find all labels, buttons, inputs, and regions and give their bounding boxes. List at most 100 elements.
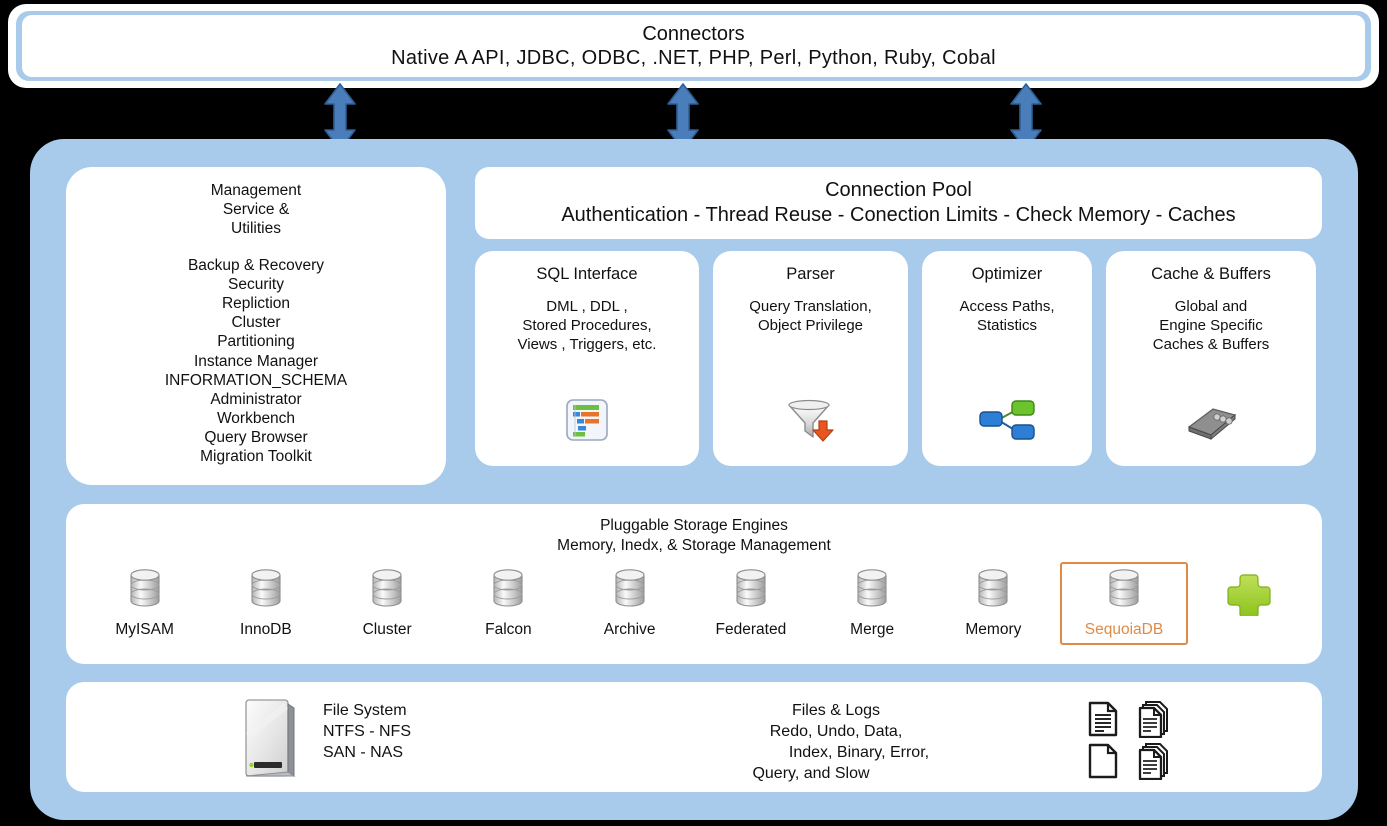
management-item: Migration Toolkit — [200, 447, 312, 465]
management-item: Partitioning — [217, 333, 295, 351]
parser-title: Parser — [786, 265, 835, 283]
storage-engine-label: Federated — [715, 621, 787, 638]
logs-line: Redo, Undo, Data, — [769, 723, 903, 741]
gantt-chart-icon — [564, 397, 610, 448]
database-cylinder-icon — [488, 566, 528, 615]
connection-pool-subtitle: Authentication - Thread Reuse - Conectio… — [561, 204, 1236, 226]
logs-line: Index, Binary, Error, — [788, 744, 930, 762]
blank-document-icon — [1086, 742, 1134, 782]
database-cylinder-icon — [1104, 566, 1144, 615]
database-cylinder-icon — [852, 566, 892, 615]
filesystem-line: SAN - NAS — [323, 744, 404, 762]
cache-buffers-title: Cache & Buffers — [1151, 265, 1271, 283]
documents-stack-icon — [1136, 700, 1184, 740]
management-header-line-1: Management — [210, 182, 302, 199]
diagram-canvas: Connectors Native A API, JDBC, ODBC, .NE… — [0, 0, 1387, 826]
storage-heading: Pluggable Storage Engines Memory, Inedx,… — [66, 516, 1322, 556]
management-services-card: Management Service & Utilities Backup & … — [66, 167, 446, 485]
storage-engine-label: Cluster — [362, 621, 412, 638]
sql-interface-title: SQL Interface — [536, 265, 638, 283]
optimizer-card: Optimizer Access Paths, Statistics — [922, 251, 1092, 466]
storage-engine-merge[interactable]: Merge — [812, 562, 933, 639]
green-plus-icon — [1226, 570, 1272, 621]
storage-engine-memory[interactable]: Memory — [933, 562, 1054, 639]
storage-engine-sequoiadb[interactable]: SequoiaDB — [1060, 562, 1188, 645]
storage-engine-innodb[interactable]: InnoDB — [205, 562, 326, 639]
cache-buffers-desc-line: Global and — [1174, 298, 1248, 315]
management-item: Administrator — [210, 390, 302, 408]
documents-stack-icon — [1136, 742, 1184, 782]
cache-buffers-card: Cache & Buffers Global and Engine Specif… — [1106, 251, 1316, 466]
optimizer-desc-line: Access Paths, — [959, 298, 1055, 315]
management-item: INFORMATION_SCHEMA — [164, 371, 348, 389]
management-header-line-3: Utilities — [231, 220, 281, 238]
filesystem-line: File System — [323, 702, 407, 719]
logs-title: Files & Logs — [791, 702, 881, 719]
mysql-server-container: Management Service & Utilities Backup & … — [30, 139, 1358, 820]
management-header-line-2: Service & — [222, 201, 290, 219]
storage-engine-myisam[interactable]: MyISAM — [84, 562, 205, 639]
logs-text: Files & Logs Redo, Undo, Data, Index, Bi… — [626, 700, 1046, 784]
connectors-panel: Connectors Native A API, JDBC, ODBC, .NE… — [22, 15, 1365, 77]
sql-interface-card: SQL Interface DML , DDL , Stored Procedu… — [475, 251, 699, 466]
storage-engine-label: Memory — [965, 621, 1022, 638]
storage-engine-label: SequoiaDB — [1084, 621, 1164, 638]
log-file-icons — [1086, 700, 1184, 782]
optimizer-desc-line: Statistics — [976, 316, 1037, 334]
management-item: Backup & Recovery — [187, 257, 325, 275]
node-graph-icon — [978, 397, 1036, 448]
storage-heading-line-2: Memory, Inedx, & Storage Management — [557, 536, 831, 554]
database-cylinder-icon — [973, 566, 1013, 615]
hard-drive-icon — [242, 696, 300, 785]
management-item: Security — [228, 276, 284, 294]
connection-pool-card: Connection Pool Authentication - Thread … — [475, 167, 1322, 239]
module-row: SQL Interface DML , DDL , Stored Procedu… — [475, 251, 1322, 466]
sql-interface-desc-line: DML , DDL , — [546, 298, 628, 315]
connectors-bar: Connectors Native A API, JDBC, ODBC, .NE… — [8, 4, 1379, 88]
management-item: Instance Manager — [193, 352, 319, 370]
upper-section: Management Service & Utilities Backup & … — [66, 167, 1322, 485]
storage-engine-archive[interactable]: Archive — [569, 562, 690, 639]
connectors-title: Connectors — [642, 22, 745, 45]
sql-interface-desc-line: Views , Triggers, etc. — [517, 335, 657, 353]
management-item: Repliction — [221, 295, 291, 313]
engine-column: Connection Pool Authentication - Thread … — [475, 167, 1322, 485]
logs-line: Query, and Slow — [752, 765, 870, 783]
connectors-list: Native A API, JDBC, ODBC, .NET, PHP, Per… — [391, 47, 996, 69]
cache-buffers-desc-line: Caches & Buffers — [1152, 335, 1270, 353]
add-storage-engine-slot[interactable] — [1194, 562, 1304, 621]
filesystem-text: File System NTFS - NFS SAN - NAS — [323, 700, 411, 763]
storage-engine-falcon[interactable]: Falcon — [448, 562, 569, 639]
optimizer-title: Optimizer — [971, 265, 1043, 283]
storage-engine-label: Merge — [850, 621, 895, 638]
database-cylinder-icon — [367, 566, 407, 615]
filesystem-logs-band: File System NTFS - NFS SAN - NAS Files &… — [66, 682, 1322, 792]
storage-engine-label: Archive — [603, 621, 656, 638]
parser-card: Parser Query Translation, Object Privile… — [713, 251, 908, 466]
storage-heading-line-1: Pluggable Storage Engines — [600, 517, 788, 534]
funnel-filter-icon — [785, 397, 837, 448]
sql-interface-desc-line: Stored Procedures, — [522, 316, 652, 334]
management-item: Query Browser — [204, 428, 308, 446]
management-item: Workbench — [216, 409, 296, 427]
database-cylinder-icon — [731, 566, 771, 615]
storage-engine-label: InnoDB — [240, 621, 292, 638]
database-cylinder-icon — [246, 566, 286, 615]
storage-engine-federated[interactable]: Federated — [690, 562, 811, 639]
storage-engine-label: MyISAM — [115, 621, 174, 638]
storage-engine-list: MyISAM InnoDB Cluster Falcon Archive Fed… — [84, 562, 1304, 657]
cache-buffers-desc-line: Engine Specific — [1159, 316, 1263, 334]
database-cylinder-icon — [125, 566, 165, 615]
memory-chip-icon — [1183, 401, 1239, 448]
connectors-frame: Connectors Native A API, JDBC, ODBC, .NE… — [16, 11, 1371, 81]
parser-desc-line: Object Privilege — [757, 316, 864, 334]
storage-engine-label: Falcon — [485, 621, 532, 638]
pluggable-storage-engines-band: Pluggable Storage Engines Memory, Inedx,… — [66, 504, 1322, 664]
filesystem-line: NTFS - NFS — [323, 723, 411, 741]
database-cylinder-icon — [610, 566, 650, 615]
storage-engine-cluster[interactable]: Cluster — [327, 562, 448, 639]
document-icon — [1086, 700, 1134, 740]
parser-desc-line: Query Translation, — [749, 298, 872, 315]
connection-pool-title: Connection Pool — [825, 179, 972, 202]
management-item: Cluster — [231, 314, 281, 332]
